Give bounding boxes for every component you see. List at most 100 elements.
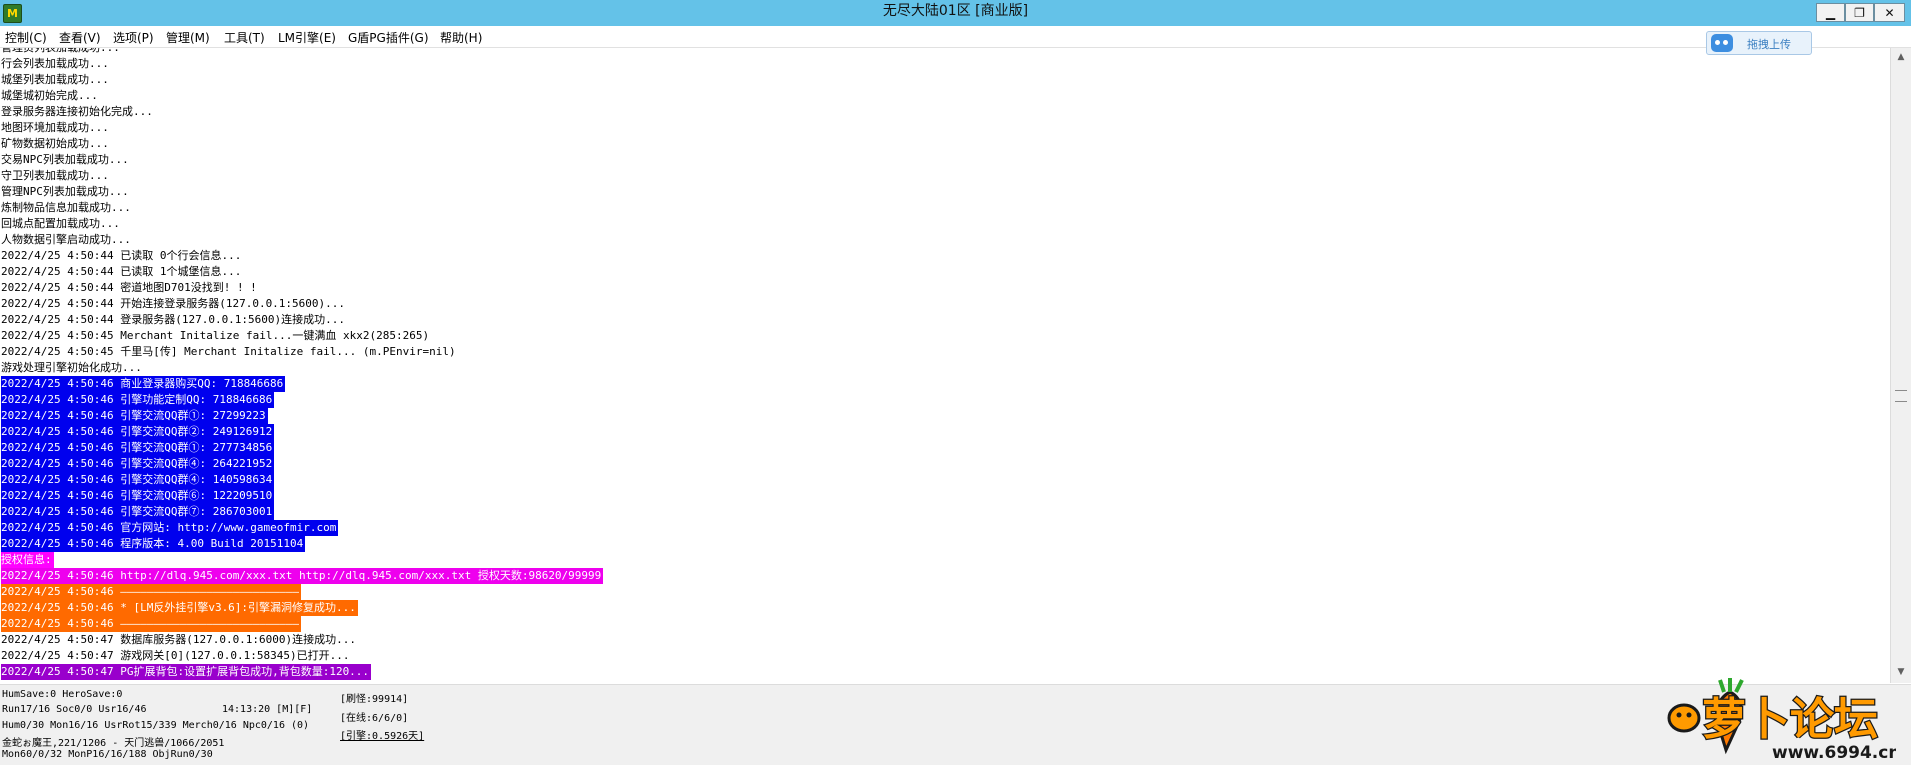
log-line-text: 2022/4/25 4:50:46 引擎交流QQ群①: 27299223 (1, 408, 268, 424)
log-line: 2022/4/25 4:50:46 引擎交流QQ群④: 140598634 (1, 472, 603, 488)
log-line: 2022/4/25 4:50:46 程序版本: 4.00 Build 20151… (1, 536, 603, 552)
log-line: 守卫列表加载成功... (1, 168, 603, 184)
status-counters: Hum0/30 Mon16/16 UsrRot15/339 Merch0/16 … (2, 720, 310, 731)
log-line-text: 2022/4/25 4:50:46 引擎交流QQ群④: 140598634 (1, 472, 275, 488)
log-line-text: 2022/4/25 4:50:45 Merchant Initalize fai… (1, 329, 430, 342)
log-line: 回城点配置加载成功... (1, 216, 603, 232)
log-line: 2022/4/25 4:50:47 游戏网关[0](127.0.0.1:5834… (1, 648, 603, 664)
log-line-text: 矿物数据初始成功... (1, 137, 109, 150)
maximize-button[interactable]: ❐ (1845, 3, 1874, 22)
scroll-down-arrow-icon[interactable]: ▼ (1894, 665, 1908, 679)
log-line: 2022/4/25 4:50:46 http://dlq.945.com/xxx… (1, 568, 604, 584)
status-engine-link[interactable]: [引擎:0.5926天] (340, 727, 424, 742)
status-time: 14:13:20 [M][F] (222, 704, 313, 715)
forum-watermark-logo: 萝卜论坛 www.6994.cn (1660, 672, 1900, 764)
watermark-url: www.6994.cn (1772, 743, 1896, 763)
log-line: 2022/4/25 4:50:46 引擎交流QQ群①: 277734856 (1, 440, 603, 456)
log-line: 2022/4/25 4:50:47 数据库服务器(127.0.0.1:6000)… (1, 632, 603, 648)
log-line-text: 授权信息: (1, 552, 54, 568)
log-line: 2022/4/25 4:50:46 商业登录器购买QQ: 718846686 (1, 376, 603, 392)
log-line: 授权信息: (1, 552, 603, 568)
log-line-text: 管理NPC列表加载成功... (1, 185, 129, 198)
status-online: [在线:6/6/0] (340, 713, 409, 724)
log-line-text: 2022/4/25 4:50:44 登录服务器(127.0.0.1:5600)连… (1, 313, 346, 326)
log-line-text: 行会列表加载成功... (1, 57, 109, 70)
vertical-scrollbar[interactable]: ▲ ▼ (1890, 48, 1911, 683)
log-line-text: 2022/4/25 4:50:46 ——————————————————————… (1, 616, 302, 632)
log-line: 2022/4/25 4:50:44 开始连接登录服务器(127.0.0.1:56… (1, 296, 603, 312)
log-line-text: 2022/4/25 4:50:47 PG扩展背包:设置扩展背包成功,背包数量:1… (1, 664, 372, 680)
log-line-text: 2022/4/25 4:50:46 引擎交流QQ群⑥: 122209510 (1, 488, 275, 504)
log-line-text: 地图环境加载成功... (1, 121, 109, 134)
log-lines: 行会列表加载成功... 城堡列表加载成功... 城堡城初始完成... 登录服务器连接初… (1, 56, 604, 680)
watermark-graphic: 萝卜论坛 www.6994.cn (1667, 678, 1900, 763)
log-line: 交易NPC列表加载成功... (1, 152, 603, 168)
log-line-text: 2022/4/25 4:50:44 已读取 1个城堡信息... (1, 265, 242, 278)
log-line-text: 炼制物品信息加载成功... (1, 201, 131, 214)
log-line-text: 2022/4/25 4:50:46 http://dlq.945.com/xxx… (1, 568, 604, 584)
log-line: 地图环境加载成功... (1, 120, 603, 136)
log-line: 2022/4/25 4:50:47 PG扩展背包:设置扩展背包成功,背包数量:1… (1, 664, 603, 680)
scroll-up-arrow-icon[interactable]: ▲ (1894, 50, 1908, 64)
log-line: 城堡列表加载成功... (1, 72, 603, 88)
log-line: 2022/4/25 4:50:44 登录服务器(127.0.0.1:5600)连… (1, 312, 603, 328)
menu-view[interactable]: 查看(V) (59, 29, 101, 46)
minimize-button[interactable]: ▁ (1816, 3, 1845, 22)
log-line-text: 2022/4/25 4:50:46 商业登录器购买QQ: 718846686 (1, 376, 286, 392)
window-title: 无尽大陆01区 [商业版] (882, 3, 1029, 19)
log-line: 2022/4/25 4:50:45 千里马[传] Merchant Inital… (1, 344, 603, 360)
log-line: 行会列表加载成功... (1, 56, 603, 72)
log-line: 2022/4/25 4:50:44 已读取 1个城堡信息... (1, 264, 603, 280)
menu-g-shield-plugin[interactable]: G盾PG插件(G) (348, 29, 429, 46)
log-line-text: 2022/4/25 4:50:46 引擎交流QQ群⑦: 286703001 (1, 504, 275, 520)
menu-options[interactable]: 选项(P) (113, 29, 154, 46)
log-line: 炼制物品信息加载成功... (1, 200, 603, 216)
menu-control[interactable]: 控制(C) (5, 29, 47, 46)
status-run: Run17/16 Soc0/0 Usr16/46 (2, 704, 147, 715)
log-line: 2022/4/25 4:50:46 引擎交流QQ群①: 27299223 (1, 408, 603, 424)
log-line-text: 2022/4/25 4:50:44 开始连接登录服务器(127.0.0.1:56… (1, 297, 346, 310)
close-button[interactable]: ✕ (1874, 3, 1905, 22)
log-line: 2022/4/25 4:50:46 引擎功能定制QQ: 718846686 (1, 392, 603, 408)
status-mon: Mon60/0/32 MonP16/16/188 ObjRun0/30 (2, 749, 213, 760)
status-save: HumSave:0 HeroSave:0 (2, 689, 123, 700)
status-boss: 金蛇ぉ魔王,221/1206 - 天门逃兽/1066/2051 (2, 738, 225, 749)
log-line: 矿物数据初始成功... (1, 136, 603, 152)
log-line: 2022/4/25 4:50:46 引擎交流QQ群④: 264221952 (1, 456, 603, 472)
menu-bar: 控制(C) 查看(V) 选项(P) 管理(M) 工具(T) LM引擎(E) G盾… (0, 26, 1911, 48)
log-line: 2022/4/25 4:50:46 引擎交流QQ群⑥: 122209510 (1, 488, 603, 504)
menu-lm-engine[interactable]: LM引擎(E) (278, 29, 336, 46)
log-line-text: 2022/4/25 4:50:45 千里马[传] Merchant Inital… (1, 345, 456, 358)
log-line: 2022/4/25 4:50:44 密道地图D701没找到! ! ! (1, 280, 603, 296)
log-line: 2022/4/25 4:50:46 * [LM反外挂引擎v3.6]:引擎漏洞修复… (1, 600, 603, 616)
status-refresh: [刷怪:99914] (340, 694, 409, 705)
log-line-text: 回城点配置加载成功... (1, 217, 120, 230)
log-line: 游戏处理引擎初始化成功... (1, 360, 603, 376)
log-line-text: 2022/4/25 4:50:46 ——————————————————————… (1, 584, 302, 600)
log-line-text: 2022/4/25 4:50:46 引擎交流QQ群④: 264221952 (1, 456, 275, 472)
log-line-text: 2022/4/25 4:50:46 官方网站: http://www.gameo… (1, 520, 339, 536)
log-line-text: 2022/4/25 4:50:46 * [LM反外挂引擎v3.6]:引擎漏洞修复… (1, 600, 358, 616)
watermark-logo-text: 萝卜论坛 (1702, 694, 1878, 745)
log-line-text: 2022/4/25 4:50:44 密道地图D701没找到! ! ! (1, 281, 257, 294)
log-line-text: 交易NPC列表加载成功... (1, 153, 129, 166)
log-line: 人物数据引擎启动成功... (1, 232, 603, 248)
log-line-text: 城堡列表加载成功... (1, 73, 109, 86)
log-line-text: 2022/4/25 4:50:46 引擎功能定制QQ: 718846686 (1, 392, 275, 408)
log-line: 管理NPC列表加载成功... (1, 184, 603, 200)
log-line: 2022/4/25 4:50:46 ——————————————————————… (1, 584, 603, 600)
log-line: 登录服务器连接初始化完成... (1, 104, 603, 120)
menu-manage[interactable]: 管理(M) (166, 29, 210, 46)
log-line-text: 2022/4/25 4:50:46 引擎交流QQ群②: 249126912 (1, 424, 275, 440)
log-line-text: 城堡城初始完成... (1, 89, 98, 102)
log-line: 2022/4/25 4:50:45 Merchant Initalize fai… (1, 328, 603, 344)
log-line-text: 登录服务器连接初始化完成... (1, 105, 153, 118)
title-bar[interactable]: M 无尽大陆01区 [商业版] ▁ ❐ ✕ (0, 0, 1911, 27)
scroll-thumb[interactable] (1895, 390, 1907, 402)
log-line: 城堡城初始完成... (1, 88, 603, 104)
menu-tools[interactable]: 工具(T) (224, 29, 265, 46)
log-line-text: 2022/4/25 4:50:46 引擎交流QQ群①: 277734856 (1, 440, 275, 456)
log-line-text: 2022/4/25 4:50:44 已读取 0个行会信息... (1, 249, 242, 262)
log-panel[interactable]: 管理员列表加载成功... 行会列表加载成功... 城堡列表加载成功... 城堡城初始… (0, 48, 1890, 683)
menu-help[interactable]: 帮助(H) (440, 29, 482, 46)
